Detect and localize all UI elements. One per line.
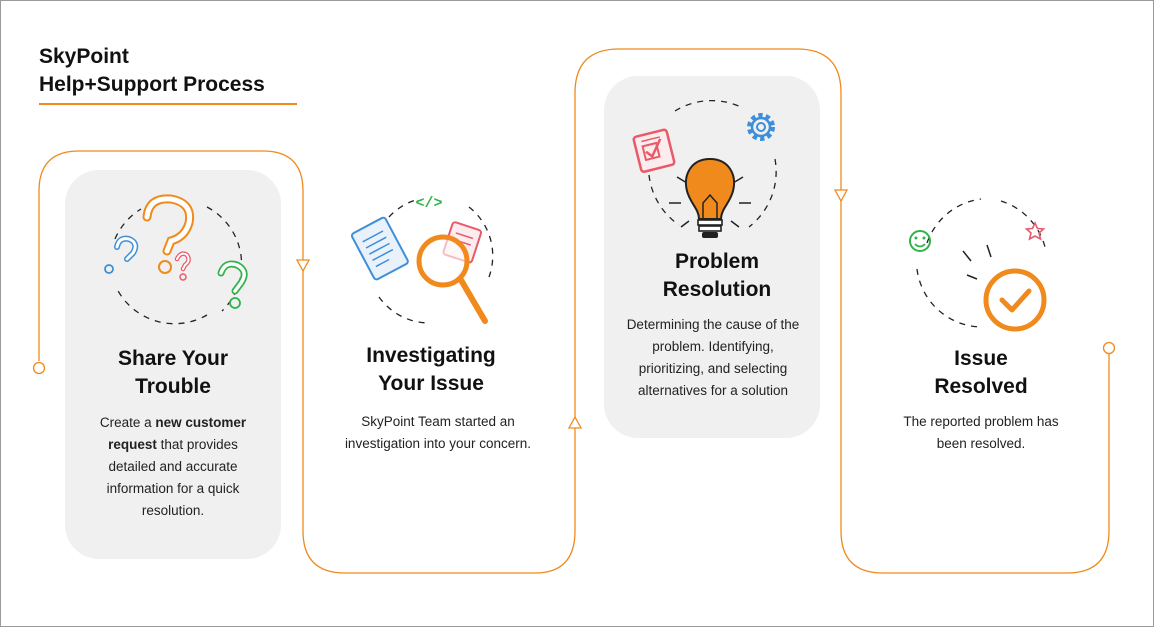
arrow-up-icon — [567, 415, 583, 429]
process-diagram: SkyPoint Help+Support Process </> Share … — [0, 0, 1154, 627]
step-title-problem-resolution: Problem Resolution — [604, 248, 830, 304]
page-title-line1: SkyPoint — [39, 45, 129, 68]
desc-text: Create a — [99, 415, 156, 430]
page-title-line2: Help+Support Process — [39, 73, 265, 96]
gear-icon — [747, 113, 775, 141]
step-title-line2: Trouble — [135, 375, 211, 398]
step-title-line1: Share Your — [117, 347, 229, 370]
step-title-line2: Resolution — [662, 278, 772, 301]
arrow-down-icon — [833, 189, 849, 203]
page-title: SkyPoint Help+Support Process — [39, 43, 265, 99]
step-title-line1: Investigating — [366, 344, 496, 367]
step-desc-share-your-trouble: Create a new customer request that provi… — [85, 412, 261, 522]
step-title-line2: Your Issue — [378, 372, 484, 395]
code-icon: </> — [415, 195, 442, 212]
star-icon — [1024, 221, 1046, 241]
step-desc-problem-resolution: Determining the cause of the problem. Id… — [626, 317, 800, 398]
step-title-line1: Problem — [674, 250, 760, 273]
arrow-down-icon — [295, 259, 311, 273]
step-title-line2: Resolved — [934, 375, 1028, 398]
step-desc-investigating: SkyPoint Team started an investigation i… — [344, 414, 532, 451]
checkmark-circle-icon — [909, 198, 1047, 332]
lightbulb-gear-icon — [632, 99, 777, 238]
title-underline — [39, 103, 297, 105]
start-node — [32, 361, 46, 375]
smiley-icon — [909, 230, 931, 252]
step-title-issue-resolved: Issue Resolved — [871, 345, 1091, 401]
question-marks-icon — [104, 194, 248, 325]
step-title-investigating: Investigating Your Issue — [321, 342, 541, 398]
step-desc-issue-resolved: The reported problem has been resolved. — [903, 414, 1059, 451]
end-node — [1102, 341, 1116, 355]
step-title-share-your-trouble: Share Your Trouble — [65, 345, 281, 401]
step-title-line1: Issue — [954, 347, 1008, 370]
magnifier-documents-icon: </> — [350, 195, 494, 324]
